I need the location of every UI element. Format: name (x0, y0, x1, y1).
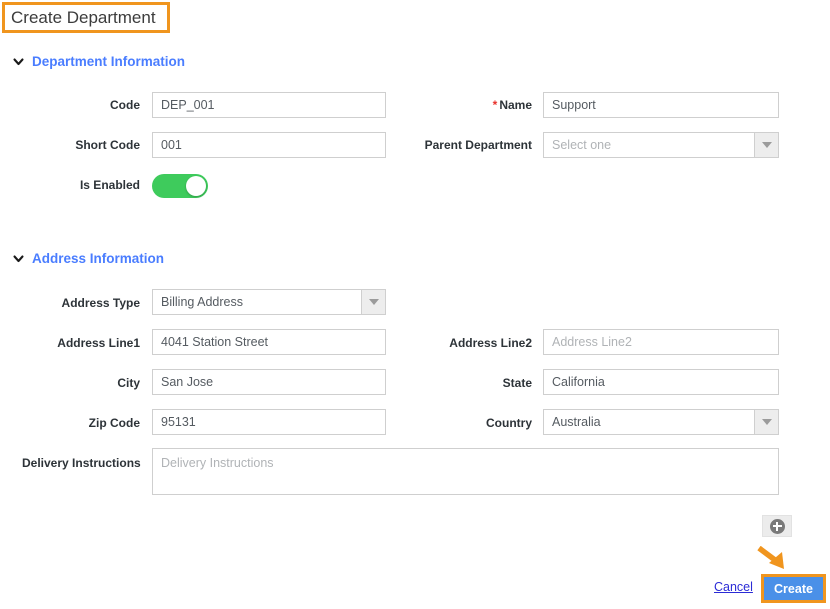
label-name-text: Name (499, 98, 532, 112)
section-title-address-information: Address Information (32, 251, 165, 266)
label-state: State (502, 376, 532, 390)
short-code-input[interactable] (152, 132, 386, 158)
label-address-line1: Address Line1 (57, 336, 140, 350)
section-header-department-information[interactable]: Department Information (12, 54, 185, 69)
country-select[interactable]: Australia (543, 409, 779, 435)
zip-code-input[interactable] (152, 409, 386, 435)
chevron-down-icon (12, 55, 25, 68)
is-enabled-toggle[interactable] (152, 174, 208, 198)
page-title: Create Department (11, 7, 156, 27)
chevron-down-icon[interactable] (361, 290, 385, 314)
section-title-department-information: Department Information (32, 54, 186, 69)
country-value: Australia (552, 415, 601, 429)
label-country: Country (486, 416, 532, 430)
name-input[interactable] (543, 92, 779, 118)
address-type-select[interactable]: Billing Address (152, 289, 386, 315)
label-address-type: Address Type (61, 296, 140, 310)
arrow-annotation-icon (757, 545, 795, 572)
label-parent-department: Parent Department (424, 138, 532, 152)
parent-department-select[interactable]: Select one (543, 132, 779, 158)
label-address-line2: Address Line2 (449, 336, 532, 350)
delivery-instructions-textarea[interactable] (152, 448, 779, 495)
label-is-enabled: Is Enabled (79, 178, 140, 192)
address-line1-input[interactable] (152, 329, 386, 355)
chevron-down-icon (12, 252, 25, 265)
label-city: City (117, 376, 140, 390)
cancel-link[interactable]: Cancel (714, 580, 753, 594)
label-short-code: Short Code (75, 138, 140, 152)
state-input[interactable] (543, 369, 779, 395)
chevron-down-icon[interactable] (754, 133, 778, 157)
toggle-knob (186, 176, 206, 196)
plus-circle-icon (769, 518, 785, 534)
create-button[interactable]: Create (764, 577, 823, 600)
label-delivery-instructions: Delivery Instructions (22, 456, 141, 470)
address-line2-input[interactable] (543, 329, 779, 355)
page-title-highlight: Create Department (2, 2, 170, 33)
parent-department-value: Select one (552, 138, 612, 152)
label-code: Code (110, 98, 140, 112)
label-name: * Name (400, 97, 532, 113)
add-address-button[interactable] (762, 515, 792, 537)
address-type-value: Billing Address (161, 295, 243, 309)
section-header-address-information[interactable]: Address Information (12, 251, 164, 266)
city-input[interactable] (152, 369, 386, 395)
chevron-down-icon[interactable] (754, 410, 778, 434)
code-input[interactable] (152, 92, 386, 118)
label-zip-code: Zip Code (88, 416, 140, 430)
required-asterisk: * (492, 98, 498, 112)
